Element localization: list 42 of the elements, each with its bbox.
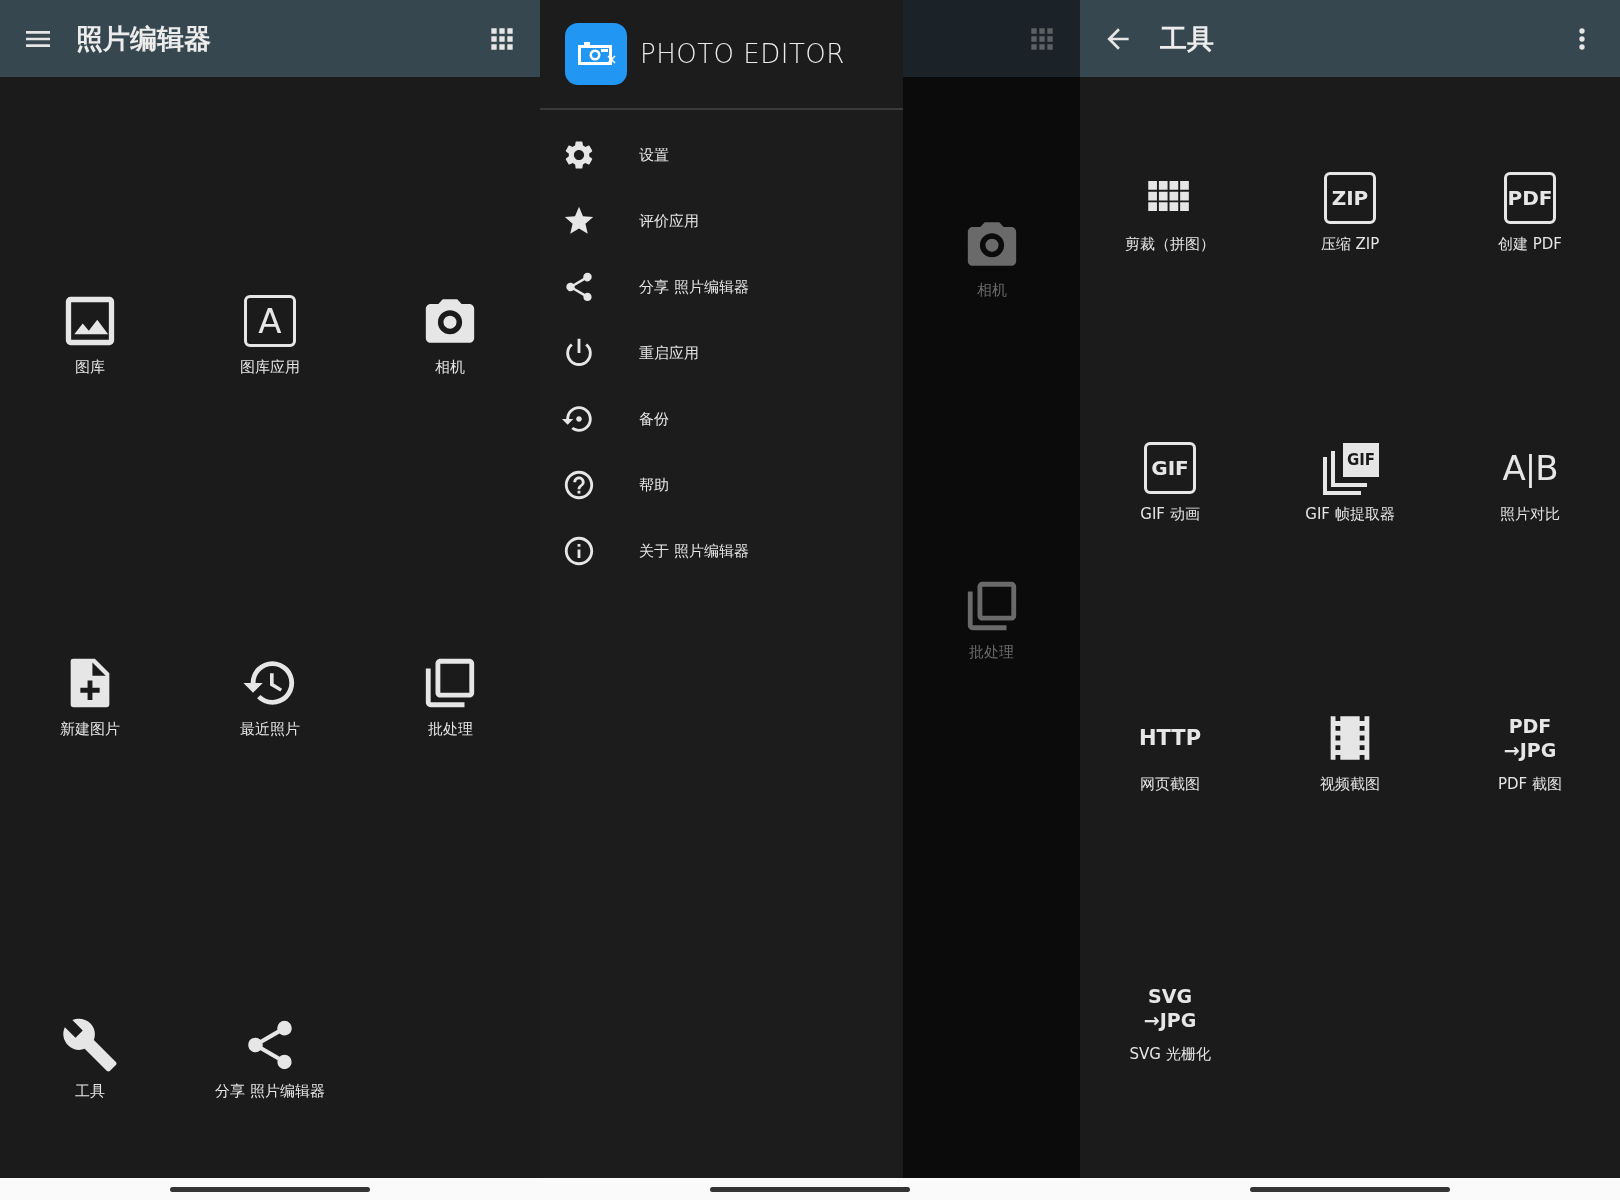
svg-to-jpg-icon: SVG →JPG <box>1143 979 1197 1037</box>
screen-title: 工具 <box>1160 21 1215 56</box>
drawer-item[interactable]: 帮助 <box>540 452 903 518</box>
help-icon <box>562 468 596 502</box>
video-capture-tile[interactable]: 视频截图 <box>1320 709 1380 794</box>
pdf-capture-tile[interactable]: PDF →JPG PDF 截图 <box>1498 709 1562 794</box>
gif-tile[interactable]: GIF GIF 动画 <box>1140 439 1200 524</box>
drawer-item[interactable]: 重启应用 <box>540 320 903 386</box>
camera-tile[interactable]: 相机 <box>421 292 479 377</box>
pdf-to-jpg-icon: PDF →JPG <box>1503 709 1557 767</box>
info-icon <box>562 534 596 568</box>
batch-tile[interactable]: 批处理 <box>421 654 479 739</box>
tools-tile[interactable]: 工具 <box>61 1016 119 1101</box>
web-capture-tile[interactable]: HTTP 网页截图 <box>1138 709 1202 794</box>
drawer-item[interactable]: 备份 <box>540 386 903 452</box>
share-tile[interactable]: 分享 照片编辑器 <box>215 1016 325 1101</box>
pdf-icon: PDF <box>1504 172 1556 224</box>
camera-tile[interactable]: 相机 <box>962 215 1021 300</box>
zip-icon: ZIP <box>1324 172 1376 224</box>
batch-tile[interactable]: 批处理 <box>962 577 1021 662</box>
svg-raster-tile[interactable]: SVG →JPG SVG 光栅化 <box>1129 979 1211 1064</box>
pdf-tile[interactable]: PDF 创建 PDF <box>1498 169 1562 254</box>
compare-tile[interactable]: A|B 照片对比 <box>1500 439 1560 524</box>
recent-photos-tile[interactable]: 最近照片 <box>240 654 300 739</box>
gif-icon: GIF <box>1144 442 1196 494</box>
wrench-icon <box>61 1016 119 1074</box>
drawer-item[interactable]: 评价应用 <box>540 188 903 254</box>
gif-extractor-tile[interactable]: GIF GIF 帧提取器 <box>1305 439 1395 524</box>
gallery-app-tile[interactable]: A 图库应用 <box>240 292 300 377</box>
crop-tile[interactable]: 剪裁（拼图） <box>1125 169 1215 254</box>
gallery-tile[interactable]: 图库 <box>61 292 119 377</box>
letter-icon: A <box>244 295 296 347</box>
drawer-item[interactable]: 关于 照片编辑器 <box>540 518 903 584</box>
new-image-tile[interactable]: 新建图片 <box>60 654 120 739</box>
zip-tile[interactable]: ZIP 压缩 ZIP <box>1320 169 1380 254</box>
app-title: 照片编辑器 <box>76 21 212 56</box>
app-logo-icon <box>565 23 627 85</box>
app-name: PHOTO EDITOR <box>640 39 845 69</box>
drawer-item[interactable]: 分享 照片编辑器 <box>540 254 903 320</box>
compare-icon: A|B <box>1502 439 1558 497</box>
http-icon: HTTP <box>1138 709 1202 767</box>
drawer-item[interactable]: 设置 <box>540 122 903 188</box>
